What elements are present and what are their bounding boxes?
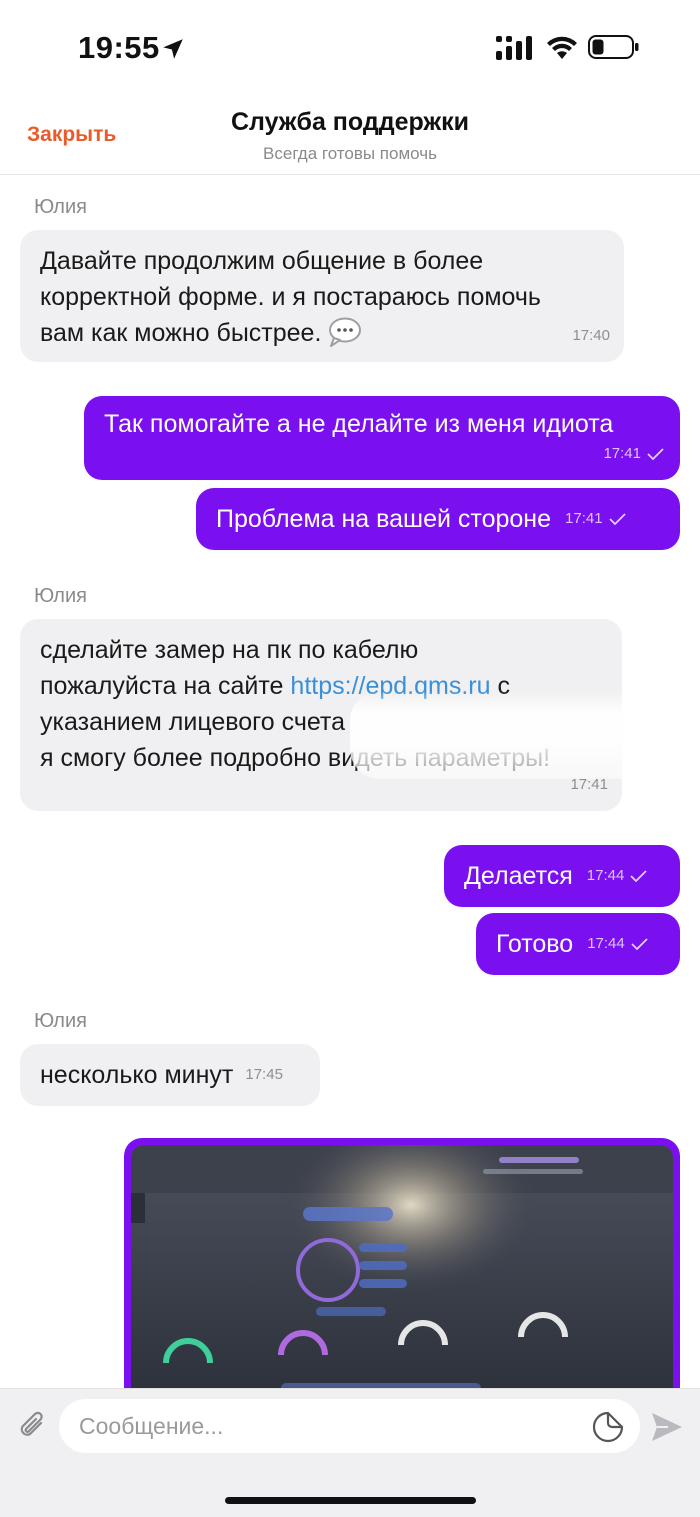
message-line: сделайте замер на пк по кабелю — [40, 636, 419, 664]
battery-icon — [588, 35, 639, 59]
speedtest-photo[interactable] — [131, 1145, 673, 1388]
location-arrow-icon — [163, 39, 183, 59]
message-time: 17:41 — [603, 445, 641, 462]
sticker-icon[interactable] — [592, 1411, 624, 1443]
message-input[interactable] — [59, 1399, 640, 1453]
message-time: 17:41 — [570, 776, 608, 793]
chat-messages[interactable]: Юлия Давайте продолжим общение в более к… — [0, 176, 700, 1388]
home-indicator — [225, 1497, 476, 1504]
outgoing-image-message[interactable] — [124, 1138, 680, 1388]
message-text: Так помогайте а не делайте из меня идиот… — [104, 410, 614, 438]
sender-name: Юлия — [34, 196, 87, 218]
message-meta: 17:44 — [587, 926, 648, 962]
message-line: Давайте продолжим общение в более — [40, 247, 484, 275]
message-composer — [0, 1388, 700, 1517]
message-time: 17:40 — [572, 327, 610, 344]
incoming-message[interactable]: сделайте замер на пк по кабелю пожалуйст… — [20, 619, 650, 811]
sender-name: Юлия — [34, 585, 87, 607]
outgoing-message[interactable]: Проблема на вашей стороне 17:41 — [196, 488, 680, 550]
message-time: 17:44 — [587, 935, 625, 952]
wifi-icon — [547, 36, 577, 59]
message-text: Готово — [496, 930, 574, 958]
message-meta: 17:41 — [603, 436, 664, 472]
outgoing-message[interactable]: Так помогайте а не делайте из меня идиот… — [84, 396, 680, 480]
speedtest-screen-image — [131, 1145, 673, 1388]
checkmark-icon — [647, 448, 664, 460]
outgoing-message[interactable]: Готово 17:44 — [476, 913, 680, 975]
cellular-signal-icon — [496, 36, 532, 60]
outgoing-message[interactable]: Делается 17:44 — [444, 845, 680, 907]
redaction-smudge — [350, 691, 650, 779]
incoming-message[interactable]: Давайте продолжим общение в более коррек… — [20, 230, 624, 362]
message-line-wrap: вам как можно быстрее. — [40, 315, 604, 351]
message-text: Проблема на вашей стороне — [216, 505, 552, 533]
incoming-message[interactable]: несколько минут 17:45 — [20, 1044, 320, 1106]
status-time: 19:55 — [78, 30, 160, 65]
message-time: 17:44 — [586, 867, 625, 884]
message-line: пожалуйста на сайте — [40, 672, 284, 700]
page-title: Служба поддержки — [230, 108, 470, 136]
chat-header: Закрыть Служба поддержки Всегда готовы п… — [0, 95, 700, 175]
message-line: корректной форме. и я постараюсь помочь — [40, 283, 541, 311]
speech-bubble-icon — [329, 317, 362, 347]
send-icon[interactable] — [650, 1411, 684, 1443]
message-time: 17:45 — [245, 1066, 283, 1083]
message-text: Делается — [464, 862, 573, 890]
status-bar: 19:55 — [0, 0, 700, 95]
page-subtitle: Всегда готовы помочь — [263, 144, 437, 163]
checkmark-icon — [631, 938, 648, 950]
message-time: 17:41 — [565, 510, 603, 527]
message-line: вам как можно быстрее. — [40, 319, 322, 347]
message-meta: 17:44 — [587, 858, 648, 894]
checkmark-icon — [630, 870, 647, 882]
message-meta: 17:41 — [565, 501, 626, 537]
checkmark-icon — [608, 513, 626, 525]
paperclip-icon[interactable] — [16, 1409, 50, 1443]
message-text: несколько минут — [40, 1061, 234, 1089]
sender-name: Юлия — [34, 1010, 87, 1032]
